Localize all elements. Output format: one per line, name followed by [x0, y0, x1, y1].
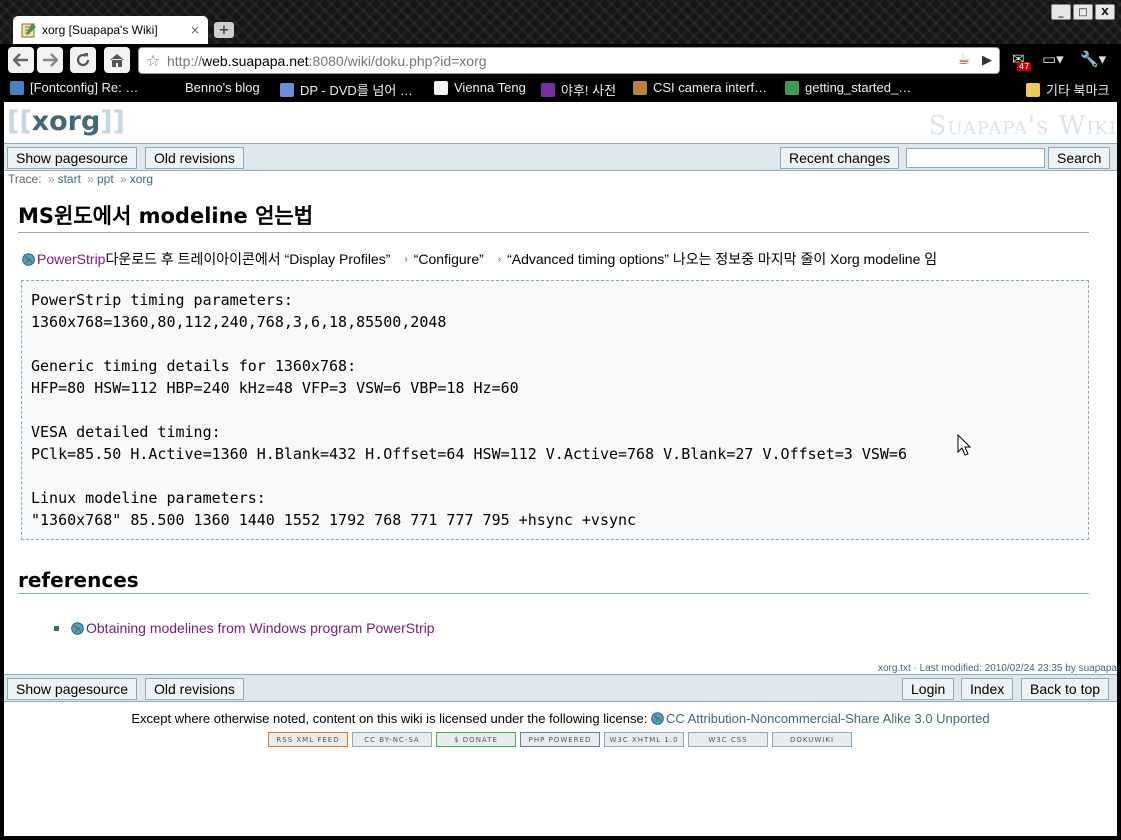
tab-title: xorg [Suapapa's Wiki] — [42, 23, 158, 37]
search-input[interactable] — [906, 148, 1045, 168]
footer-badges: RSS XML FEED CC BY-NC-SA $ DONATE PHP PO… — [268, 732, 852, 747]
section-heading: MS윈도에서 modeline 얻는법 — [18, 200, 1089, 233]
bookmark-item[interactable]: Vienna Teng — [434, 80, 526, 95]
show-pagesource-button[interactable]: Show pagesource — [7, 147, 138, 169]
folder-icon — [1026, 82, 1040, 97]
web-page: [[xorg]] Suapapa's Wiki Show pagesource … — [4, 102, 1117, 836]
license-notice: Except where otherwise noted, content on… — [131, 711, 990, 726]
bookmark-item[interactable]: 야후! 사전 — [541, 80, 616, 99]
url-text[interactable]: http://web.suapapa.net:8080/wiki/doku.ph… — [167, 53, 953, 69]
license-link[interactable]: CC Attribution-Noncommercial-Share Alike… — [666, 711, 990, 726]
xhtml-badge[interactable]: W3C XHTML 1.0 — [604, 732, 684, 747]
globe-icon — [651, 712, 664, 725]
home-button[interactable] — [104, 47, 130, 73]
reference-link[interactable]: Obtaining modelines from Windows program… — [86, 620, 435, 636]
bookmark-item[interactable]: Benno's blog — [185, 80, 260, 95]
other-bookmarks-folder[interactable]: 기타 북마크 — [1026, 80, 1109, 99]
bookmark-item[interactable]: [Fontconfig] Re: … — [10, 80, 138, 95]
rss-feed-badge[interactable]: RSS XML FEED — [268, 732, 348, 747]
bookmark-item[interactable]: DP - DVD를 넘어 … — [280, 80, 413, 99]
globe-icon — [22, 252, 35, 266]
forward-button[interactable] — [37, 47, 63, 73]
back-to-top-button[interactable]: Back to top — [1021, 678, 1110, 700]
code-block: PowerStrip timing parameters: 1360x768=1… — [21, 280, 1089, 540]
mouse-cursor-icon — [957, 434, 971, 456]
tab-close-icon[interactable]: × — [190, 23, 200, 37]
home-icon — [110, 54, 124, 67]
go-arrow-icon[interactable]: ▶ — [975, 53, 999, 68]
old-revisions-button[interactable]: Old revisions — [145, 147, 244, 169]
page-icon — [434, 80, 448, 95]
dokuwiki-badge[interactable]: DOKUWIKI — [772, 732, 852, 747]
bullet-icon — [54, 625, 59, 631]
extension-icon[interactable]: ☕ — [953, 52, 975, 70]
back-button[interactable] — [8, 47, 34, 73]
bookmark-item[interactable]: getting_started_… — [785, 80, 911, 95]
fontconfig-icon — [10, 80, 24, 95]
reload-button[interactable] — [70, 47, 96, 73]
yahoo-icon — [541, 82, 555, 97]
bookmark-item[interactable]: CSI camera interf… — [633, 80, 767, 95]
top-action-bar: Show pagesource Old revisions Recent cha… — [4, 143, 1117, 171]
window-controls: _ □ X — [1051, 4, 1115, 20]
globe-icon — [71, 621, 84, 635]
page-menu-icon[interactable]: ▭▾ — [1042, 50, 1064, 68]
csi-icon — [633, 80, 647, 95]
new-tab-button[interactable]: + — [214, 22, 234, 38]
maximize-button[interactable]: □ — [1073, 4, 1093, 20]
notification-badge: 47 — [1017, 62, 1032, 71]
login-button[interactable]: Login — [902, 678, 955, 700]
wrench-menu-icon[interactable]: 🔧▾ — [1080, 50, 1106, 68]
breadcrumb-link[interactable]: start — [58, 172, 81, 186]
browser-toolbar: ☆ http://web.suapapa.net:8080/wiki/doku.… — [0, 44, 1121, 76]
intro-paragraph: PowerStrip 다운로드 후 트레이아이콘에서 “Display Prof… — [22, 249, 937, 269]
forward-arrow-icon — [43, 53, 58, 67]
back-arrow-icon — [13, 53, 28, 67]
list-item: Obtaining modelines from Windows program… — [54, 620, 435, 636]
show-pagesource-button[interactable]: Show pagesource — [7, 678, 138, 700]
site-name[interactable]: Suapapa's Wiki — [929, 111, 1117, 141]
doc-info: xorg.txt · Last modified: 2010/02/24 23:… — [877, 663, 1117, 674]
browser-tab[interactable]: xorg [Suapapa's Wiki] × — [13, 16, 208, 44]
powerstrip-link[interactable]: PowerStrip — [37, 251, 105, 267]
dp-icon — [280, 82, 294, 97]
page-title[interactable]: [[xorg]] — [7, 106, 125, 137]
breadcrumb-link[interactable]: ppt — [97, 172, 114, 186]
reload-icon — [76, 53, 90, 67]
cc-license-badge[interactable]: CC BY-NC-SA — [352, 732, 432, 747]
close-window-button[interactable]: X — [1095, 4, 1115, 20]
bookmark-star-icon[interactable]: ☆ — [139, 51, 167, 70]
donate-badge[interactable]: $ DONATE — [436, 732, 516, 747]
css-badge[interactable]: W3C CSS — [688, 732, 768, 747]
references-heading: references — [18, 568, 1089, 594]
index-button[interactable]: Index — [961, 678, 1014, 700]
dokuwiki-favicon-icon — [21, 23, 36, 38]
search-button[interactable]: Search — [1048, 147, 1111, 169]
php-badge[interactable]: PHP POWERED — [520, 732, 600, 747]
recent-changes-button[interactable]: Recent changes — [780, 147, 900, 169]
minimize-button[interactable]: _ — [1051, 4, 1071, 20]
browser-titlebar: xorg [Suapapa's Wiki] × + _ □ X — [0, 0, 1121, 44]
bottom-action-bar: Show pagesource Old revisions Login Inde… — [4, 674, 1117, 702]
dokuwiki-icon — [785, 80, 799, 95]
breadcrumb: Trace: » start » ppt » xorg — [8, 172, 154, 186]
breadcrumb-link[interactable]: xorg — [130, 172, 153, 186]
address-bar[interactable]: ☆ http://web.suapapa.net:8080/wiki/doku.… — [138, 47, 1000, 74]
old-revisions-button[interactable]: Old revisions — [145, 678, 244, 700]
bookmarks-bar: [Fontconfig] Re: … Benno's blog DP - DVD… — [0, 76, 1121, 102]
